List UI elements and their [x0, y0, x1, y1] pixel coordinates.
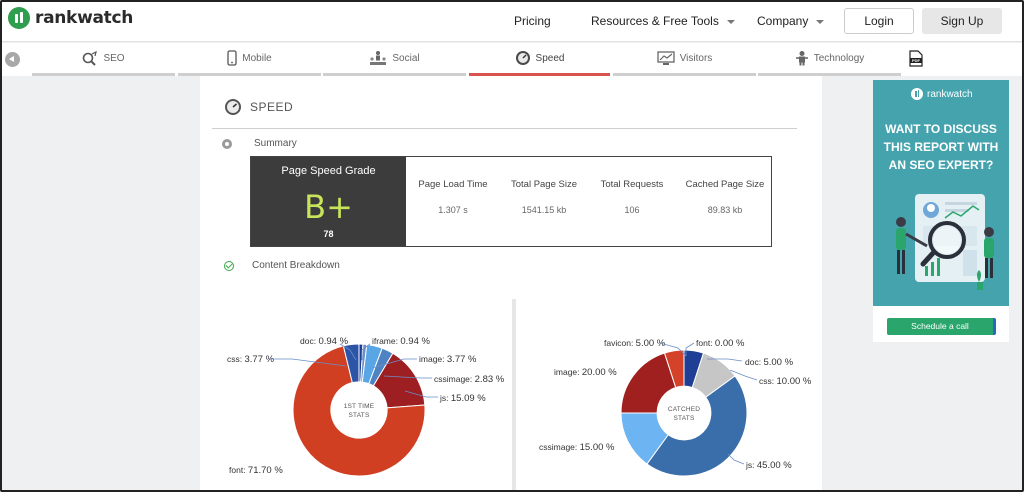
- speedometer-icon: [515, 51, 530, 65]
- technology-icon: [795, 51, 808, 66]
- nav-company-label: Company: [757, 14, 809, 28]
- tab-social[interactable]: Social: [323, 43, 466, 76]
- back-arrow-icon[interactable]: [5, 52, 20, 67]
- seo-icon: [83, 50, 98, 66]
- leader-line: [729, 369, 758, 381]
- rankwatch-logo-icon: [8, 7, 30, 29]
- pdf-icon: PDF: [909, 49, 923, 67]
- leader-line: [371, 358, 417, 369]
- brand-name: rankwatch: [35, 8, 134, 28]
- speed-report-panel: SPEED Summary Page Speed Grade B+ 78 Pag…: [200, 76, 822, 490]
- tab-social-label: Social: [392, 52, 420, 64]
- tab-technology[interactable]: Technology: [758, 43, 901, 76]
- schedule-call-button[interactable]: Schedule a call: [887, 318, 996, 335]
- mobile-icon: [227, 50, 237, 66]
- leader-line: [659, 342, 687, 357]
- leader-line: [685, 342, 695, 356]
- tab-visitors-label: Visitors: [679, 52, 713, 64]
- leader-line: [727, 453, 745, 465]
- tab-mobile[interactable]: Mobile: [178, 43, 321, 76]
- pie-leader-lines: [270, 342, 758, 465]
- tab-speed-label: Speed: [535, 52, 565, 64]
- tab-speed[interactable]: Speed: [469, 43, 610, 76]
- tab-visitors[interactable]: Visitors: [613, 43, 756, 76]
- leader-line: [707, 358, 743, 362]
- ad-brand: rankwatch: [927, 88, 973, 100]
- visitors-icon: [657, 50, 675, 65]
- ad-title-line: THIS REPORT WITH: [883, 140, 999, 154]
- tab-seo-label: SEO: [103, 52, 125, 64]
- leader-line: [383, 375, 432, 379]
- browser-frame: rankwatch Pricing Resources & Free Tools…: [0, 0, 1024, 492]
- login-button[interactable]: Login: [844, 8, 914, 34]
- nav-company[interactable]: Company: [757, 14, 825, 28]
- tab-technology-label: Technology: [813, 52, 865, 64]
- rankwatch-logo-icon: [911, 88, 923, 100]
- rankwatch-logo[interactable]: rankwatch: [8, 7, 133, 29]
- nav-resources-label: Resources & Free Tools: [591, 14, 719, 28]
- seo-expert-ad: rankwatch WANT TO DISCUSS THIS REPORT WI…: [873, 80, 1009, 342]
- leader-line: [361, 343, 371, 360]
- top-navigation: rankwatch Pricing Resources & Free Tools…: [2, 2, 1022, 42]
- signup-button[interactable]: Sign Up: [922, 8, 1002, 34]
- ad-title-line: AN SEO EXPERT?: [888, 158, 994, 172]
- ad-title-line: WANT TO DISCUSS: [885, 122, 997, 136]
- leader-line: [270, 358, 347, 367]
- ad-title: WANT TO DISCUSS THIS REPORT WITH AN SEO …: [873, 120, 1009, 174]
- seo-analysis-illustration-icon: [896, 194, 994, 290]
- leader-line: [404, 390, 438, 398]
- nav-pricing[interactable]: Pricing: [514, 14, 551, 28]
- svg-text:PDF: PDF: [912, 58, 921, 63]
- chevron-down-icon: [726, 19, 735, 24]
- leader-line: [339, 343, 357, 361]
- report-tab-bar: SEO Mobile Social Speed Visitors Technol…: [2, 43, 1022, 76]
- tab-mobile-label: Mobile: [242, 52, 272, 64]
- chevron-down-icon: [816, 19, 825, 24]
- tab-pdf[interactable]: PDF: [904, 43, 928, 76]
- nav-resources[interactable]: Resources & Free Tools: [591, 14, 735, 28]
- social-icon: [370, 51, 387, 65]
- tab-seo[interactable]: SEO: [32, 43, 175, 76]
- ad-logo: rankwatch: [911, 88, 973, 100]
